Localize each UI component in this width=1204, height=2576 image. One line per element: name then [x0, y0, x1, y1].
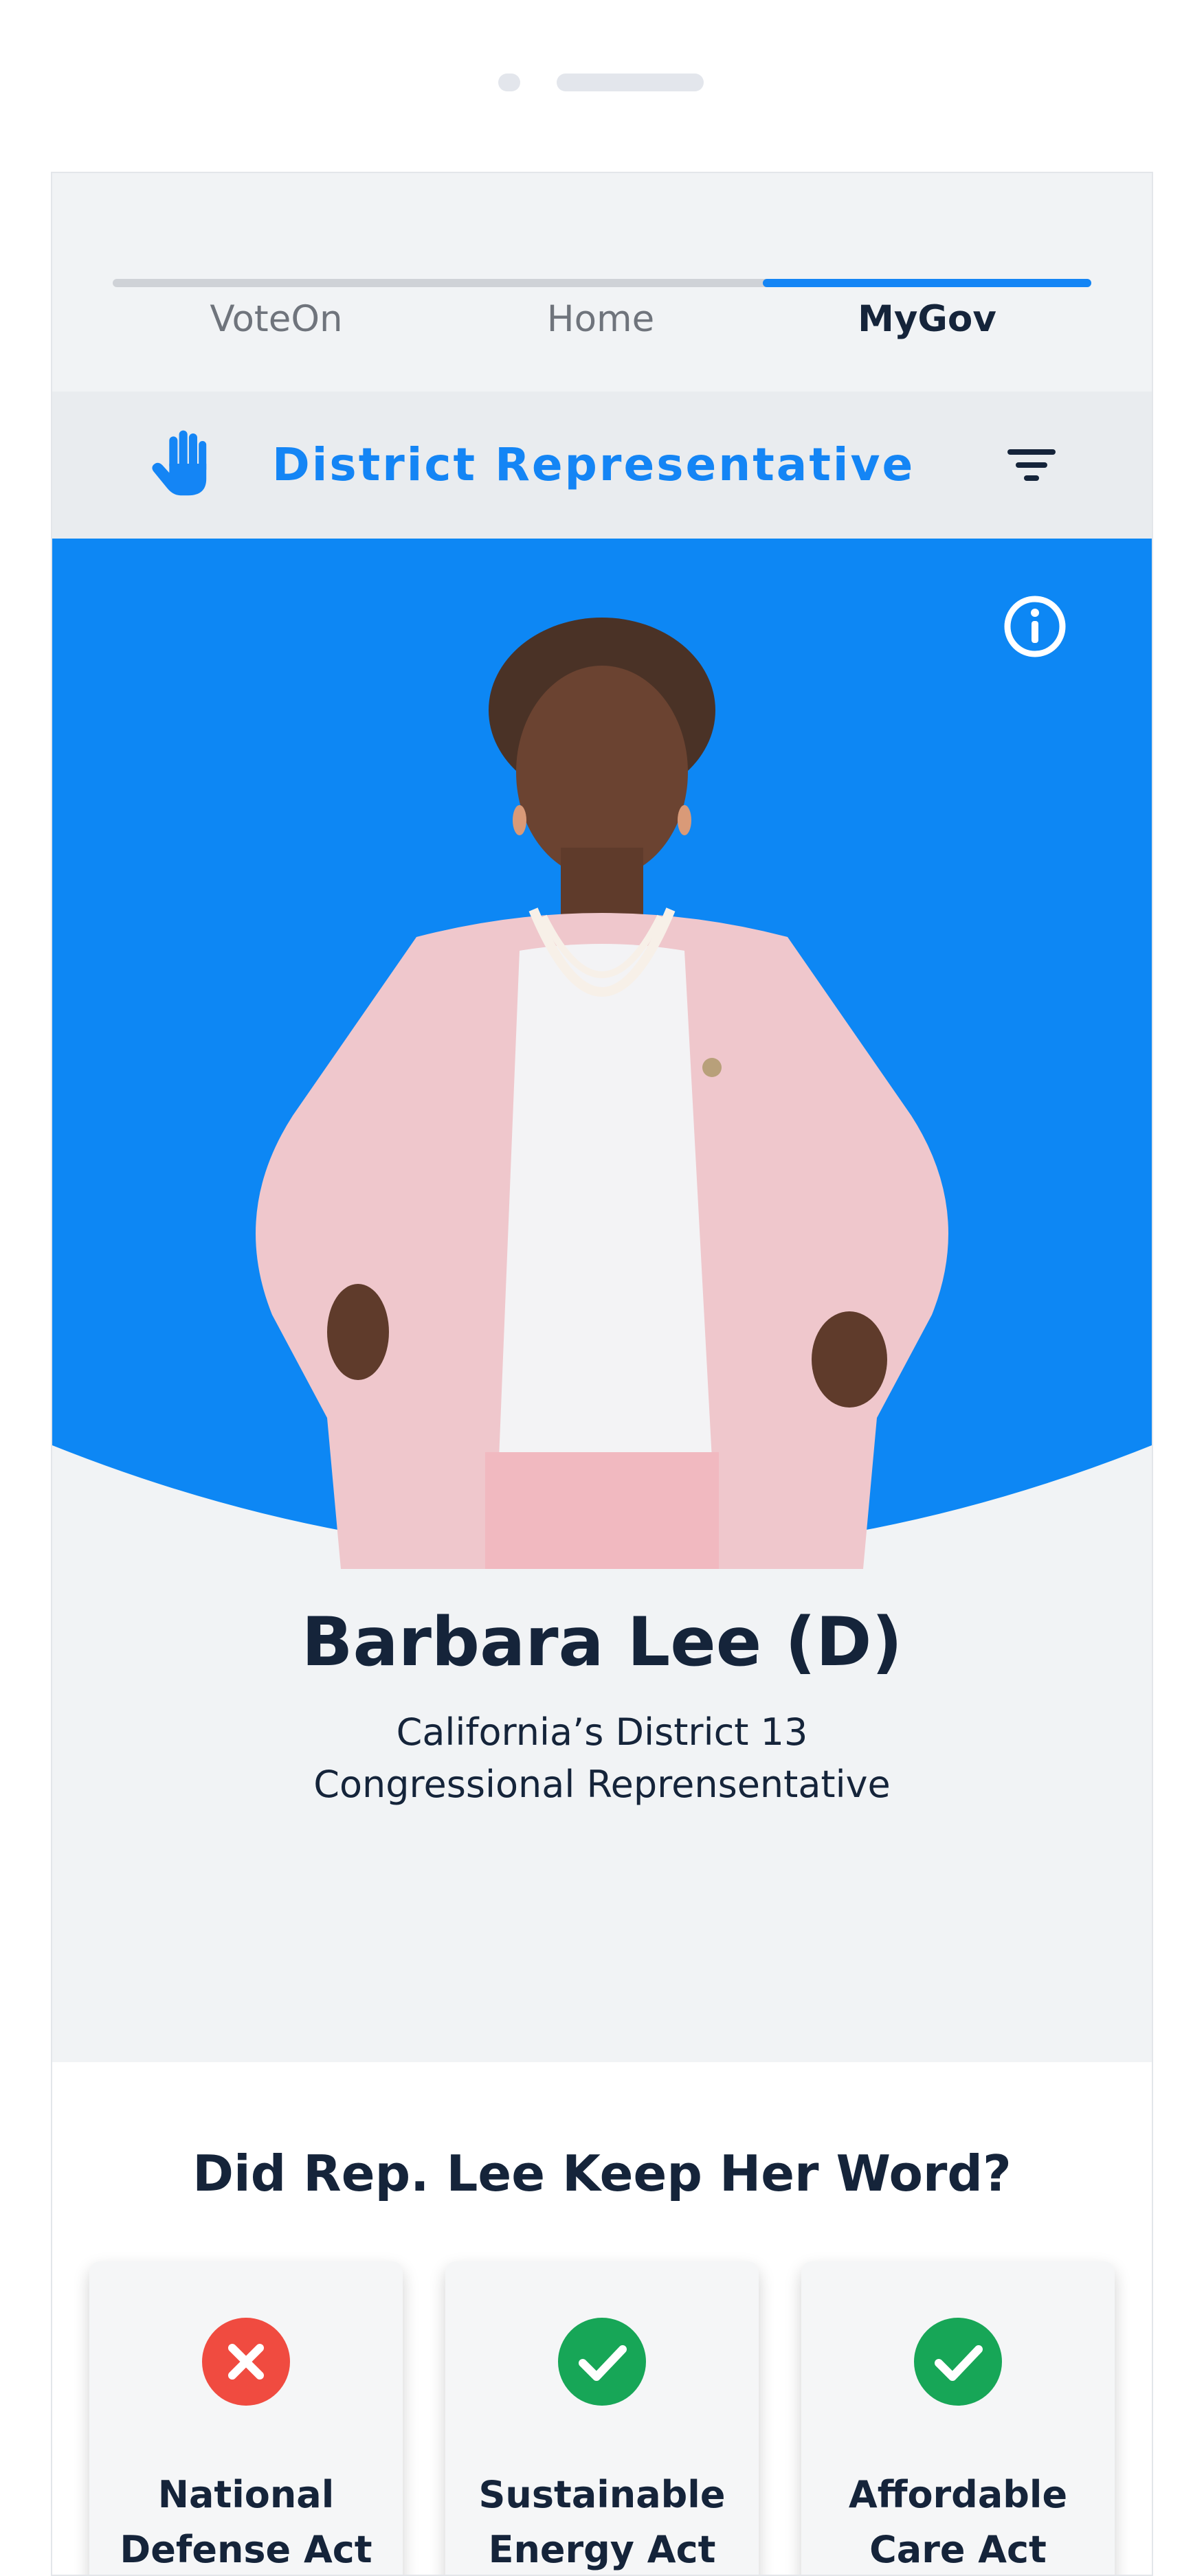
x-circle-icon — [228, 2344, 264, 2380]
vote-card-label-line2: Defense Act — [120, 2528, 372, 2571]
vote-card-label: Sustainable Energy Act — [445, 2467, 759, 2575]
vote-card-label: Affordable Care Act — [801, 2467, 1115, 2575]
votes-section: Did Rep. Lee Keep Her Word? National Def… — [52, 2062, 1152, 2575]
page-indicator — [0, 74, 1204, 91]
app-screen: VoteOn Home MyGov District Representativ… — [51, 172, 1153, 2576]
page-title: District Representative — [272, 438, 915, 491]
representative-info: Barbara Lee (D) California’s District 13… — [52, 1569, 1152, 2064]
vote-card-label: National Defense Act — [89, 2467, 403, 2575]
page-dot[interactable] — [498, 74, 520, 91]
vote-card-affordable-care[interactable]: Affordable Care Act — [801, 2261, 1115, 2575]
tab-home[interactable]: Home — [437, 295, 764, 343]
check-circle-icon — [579, 2345, 627, 2381]
tab-active-indicator — [763, 279, 1091, 287]
status-badge-kept — [914, 2318, 1002, 2406]
vote-card-sustainable-energy[interactable]: Sustainable Energy Act — [445, 2261, 759, 2575]
page-dot-active[interactable] — [557, 74, 704, 91]
hero-banner — [52, 539, 1152, 1569]
status-badge-kept — [558, 2318, 646, 2406]
vote-card-label-line1: National — [157, 2473, 335, 2516]
vote-card-national-defense[interactable]: National Defense Act — [89, 2261, 403, 2575]
representative-details: California’s District 13 Congressional R… — [52, 1706, 1152, 1811]
tab-bar: VoteOn Home MyGov — [52, 173, 1152, 392]
info-icon[interactable] — [1001, 592, 1069, 661]
representative-district: California’s District 13 — [396, 1710, 808, 1754]
vote-card-label-line2: Care Act — [869, 2528, 1047, 2571]
representative-role: Congressional Reprensentative — [313, 1763, 891, 1806]
representative-portrait — [256, 618, 948, 1569]
tab-mygov[interactable]: MyGov — [763, 295, 1091, 343]
status-badge-broken — [202, 2318, 290, 2406]
filter-icon[interactable] — [1001, 434, 1062, 496]
vote-card-label-line1: Affordable — [848, 2473, 1068, 2516]
section-header: District Representative — [52, 392, 1152, 539]
raised-hand-icon — [152, 430, 207, 496]
vote-card-label-line2: Energy Act — [488, 2528, 716, 2571]
votes-title: Did Rep. Lee Keep Her Word? — [192, 2145, 1012, 2202]
representative-name: Barbara Lee (D) — [301, 1603, 903, 1682]
check-circle-icon — [935, 2345, 983, 2381]
tab-voteon[interactable]: VoteOn — [113, 295, 440, 343]
vote-card-label-line1: Sustainable — [478, 2473, 726, 2516]
